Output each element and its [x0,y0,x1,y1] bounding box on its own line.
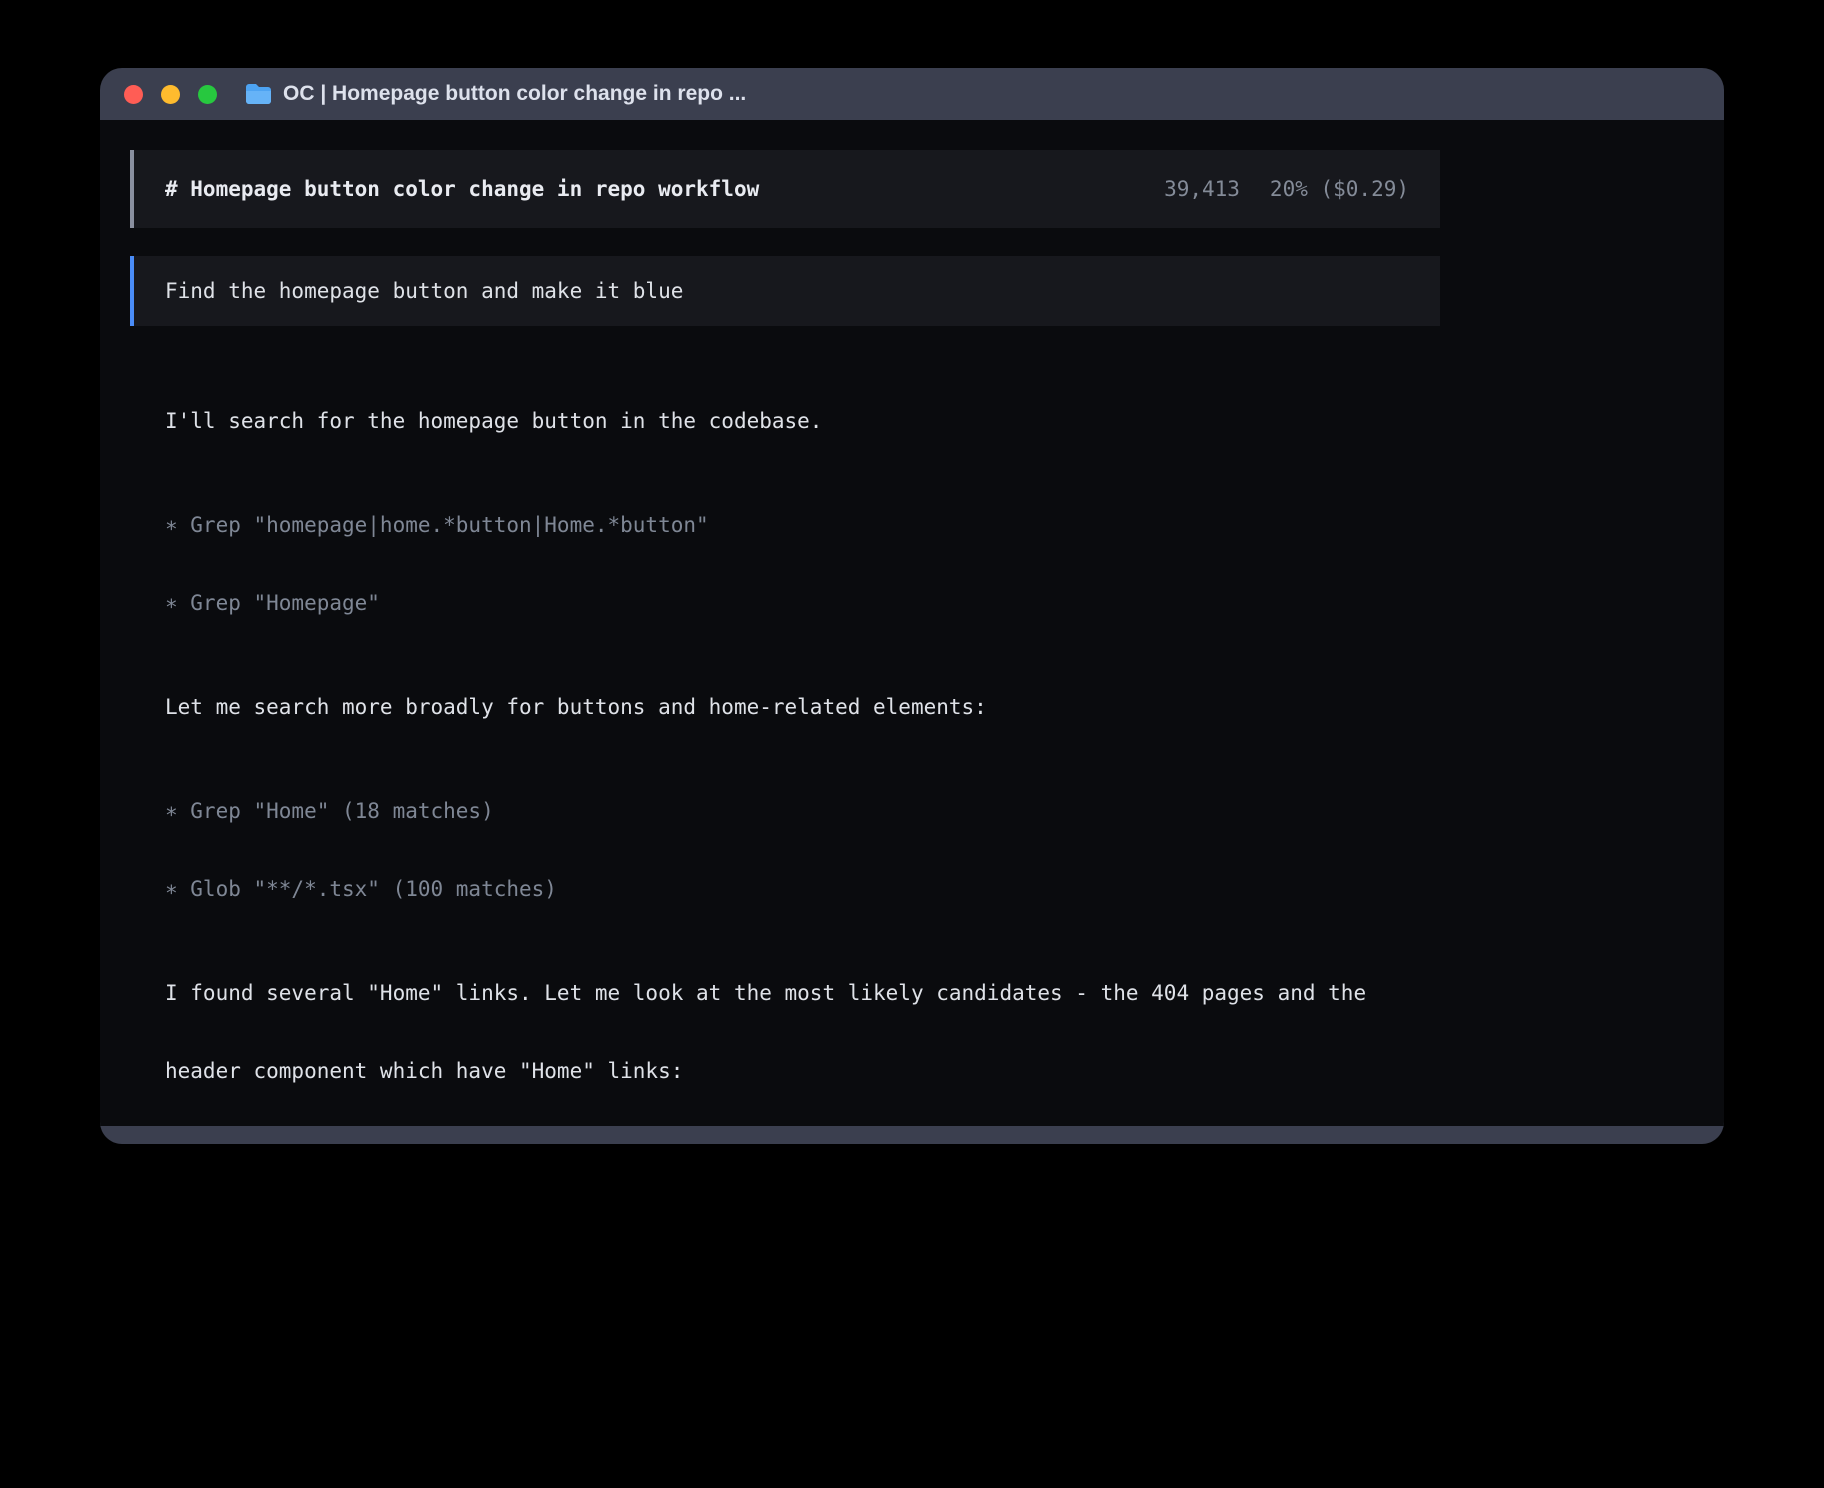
tool-call-line: ∗ Grep "homepage|home.*button|Home.*butt… [165,512,1440,538]
tool-call-line: ∗ Grep "Homepage" [165,590,1440,616]
user-message: Find the homepage button and make it blu… [130,256,1440,326]
zoom-button[interactable] [198,85,217,104]
assistant-line: header component which have "Home" links… [165,1058,1440,1084]
window-title: OC | Homepage button color change in rep… [283,82,746,106]
folder-icon [245,83,272,105]
assistant-transcript: I'll search for the homepage button in t… [130,356,1440,1144]
assistant-line: I'll search for the homepage button in t… [165,408,1440,434]
tool-call-line: ∗ Glob "**/*.tsx" (100 matches) [165,876,1440,902]
window-title-wrap: OC | Homepage button color change in rep… [245,82,746,106]
traffic-lights [124,85,217,104]
minimize-button[interactable] [161,85,180,104]
titlebar[interactable]: OC | Homepage button color change in rep… [100,68,1724,120]
context-cost: 20% ($0.29) [1270,177,1409,201]
session-title: # Homepage button color change in repo w… [165,177,759,201]
session-meta: 39,413 20% ($0.29) [1164,177,1409,201]
assistant-line: I found several "Home" links. Let me loo… [165,980,1440,1006]
assistant-line: Let me search more broadly for buttons a… [165,694,1440,720]
session-header: # Homepage button color change in repo w… [130,150,1440,228]
user-message-text: Find the homepage button and make it blu… [165,279,683,303]
token-count: 39,413 [1164,177,1240,201]
terminal-window: OC | Homepage button color change in rep… [100,68,1724,1144]
tool-call-line: ∗ Grep "Home" (18 matches) [165,798,1440,824]
close-button[interactable] [124,85,143,104]
terminal-body: # Homepage button color change in repo w… [100,120,1724,1126]
